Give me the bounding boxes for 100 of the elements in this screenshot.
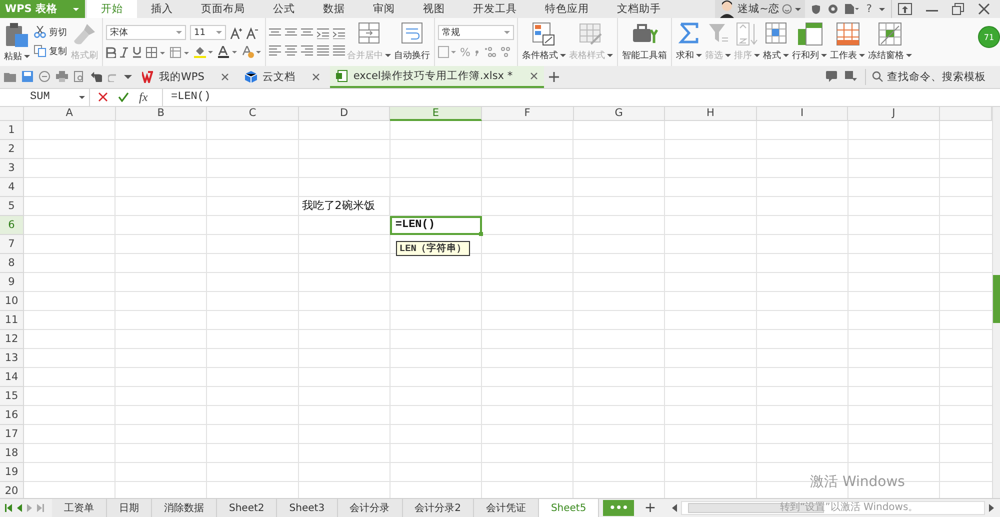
fill-color-icon[interactable] [194,46,214,58]
toolbar-button[interactable]: 条件格式 [521,20,567,64]
row-header[interactable]: 1 [0,120,24,140]
insert-function-button[interactable]: fx [139,90,148,105]
column-header[interactable]: I [756,106,848,121]
row-header[interactable]: 20 [0,482,24,498]
previous-sheet-icon[interactable] [17,504,22,512]
toolbar-button[interactable]: 自动换行 [393,20,431,64]
row-header[interactable]: 7 [0,234,24,254]
name-box[interactable]: SUM [0,88,90,106]
close-icon[interactable] [978,3,990,15]
active-cell[interactable]: =LEN() [390,216,482,235]
sheet-tab[interactable]: 会计分录 [338,499,403,517]
cancel-icon[interactable] [98,92,108,102]
toolbar-button[interactable]: 格式 [762,20,790,64]
document-icon[interactable] [845,4,860,14]
grow-font-icon[interactable] [230,26,242,39]
horizontal-scrollbar[interactable] [681,501,985,516]
bold-icon[interactable] [106,46,116,58]
close-icon[interactable] [530,72,538,80]
save-icon[interactable] [22,71,33,82]
align-left-icon[interactable] [269,44,281,56]
row-header[interactable]: 12 [0,330,24,349]
comment-icon[interactable] [826,71,837,82]
italic-icon[interactable] [120,46,128,58]
vertical-scrollbar[interactable] [992,106,1000,498]
row-header[interactable]: 16 [0,406,24,425]
indent-increase-icon[interactable] [333,28,345,39]
row-header[interactable]: 10 [0,292,24,311]
column-header[interactable]: H [665,106,757,121]
menu-tab[interactable]: 开始 [87,0,137,18]
flag-icon[interactable] [845,71,857,82]
column-header[interactable]: B [116,106,208,121]
borders-icon[interactable] [146,46,166,58]
copy-button[interactable]: 复制 [32,44,69,58]
smiley-icon[interactable] [782,4,792,14]
menu-tab[interactable]: 审阅 [359,0,409,18]
shield-icon[interactable] [811,4,822,14]
scroll-right-icon[interactable] [989,504,994,512]
toolbar-button[interactable]: 求和 [675,20,703,64]
toolbar-button[interactable]: 智能工具箱 [621,20,668,64]
number-format-field[interactable]: 常规 [438,24,514,40]
clear-format-icon[interactable] [242,46,262,58]
column-header[interactable]: A [24,106,116,121]
sheet-tab[interactable]: 会计分录2 [402,499,474,517]
underline-icon[interactable] [132,46,142,58]
currency-icon[interactable] [438,46,456,58]
table-cell[interactable]: 我吃了2碗米饭 [298,196,390,216]
column-header[interactable]: F [482,106,574,121]
sheet-tab[interactable]: Sheet5 [538,499,600,517]
row-header[interactable]: 3 [0,158,24,178]
row-header[interactable]: 5 [0,196,24,216]
justify-icon[interactable] [317,44,329,56]
settings-icon[interactable] [828,4,838,14]
toolbar-button[interactable]: 行和列 [791,20,828,64]
distribute-icon[interactable] [333,44,345,56]
shrink-font-icon[interactable] [246,26,258,39]
menu-tab[interactable]: 公式 [259,0,309,18]
decrease-decimal-icon[interactable] [500,46,512,58]
column-header[interactable]: J [848,106,940,121]
undo-icon[interactable] [91,72,102,82]
close-icon[interactable] [312,72,320,81]
command-search-field[interactable]: 查找命令、搜索模板 [865,68,992,85]
print-preview-icon[interactable] [74,71,85,82]
sheet-tab[interactable]: Sheet3 [277,499,338,517]
row-header[interactable]: 15 [0,386,24,406]
sheet-tab[interactable]: 消除数据 [152,499,217,517]
row-header[interactable]: 14 [0,368,24,387]
menu-tab[interactable]: 文档助手 [603,0,675,18]
align-center-icon[interactable] [285,44,297,56]
row-header[interactable]: 19 [0,462,24,482]
cut-button[interactable]: 剪切 [32,26,69,39]
menu-tab[interactable]: 插入 [137,0,187,18]
row-header[interactable]: 6 [0,216,24,235]
row-header[interactable]: 8 [0,254,24,273]
scroll-left-icon[interactable] [672,504,678,512]
cell-style-icon[interactable] [170,46,190,58]
sheet-tab[interactable]: 会计凭证 [474,499,539,517]
menu-tab[interactable]: 页面布局 [187,0,259,18]
row-header[interactable]: 18 [0,444,24,463]
column-header[interactable]: D [298,106,390,121]
sheet-tab[interactable]: 日期 [107,499,152,517]
sheet-tab[interactable]: 工资单 [52,499,107,517]
row-header[interactable]: 9 [0,272,24,292]
toolbar-button[interactable]: 冻结窗格 [867,20,913,64]
menu-tab[interactable]: 视图 [409,0,459,18]
increase-decimal-icon[interactable] [484,46,496,58]
toolbar-button[interactable]: 粘贴 [3,20,31,64]
avatar-icon[interactable] [718,0,735,18]
toolbar-button[interactable]: 工作表 [829,20,866,64]
sheet-tab[interactable]: Sheet2 [217,499,278,517]
column-header[interactable]: C [207,106,299,121]
confirm-icon[interactable] [118,92,129,102]
row-header[interactable]: 11 [0,310,24,330]
column-header[interactable]: E [390,106,482,121]
row-header[interactable]: 13 [0,348,24,368]
menu-tab[interactable]: 数据 [309,0,359,18]
indent-decrease-icon[interactable] [317,28,329,39]
align-right-icon[interactable] [301,44,313,56]
document-tab[interactable]: excel操作技巧专用工作簿.xlsx * [330,66,544,88]
